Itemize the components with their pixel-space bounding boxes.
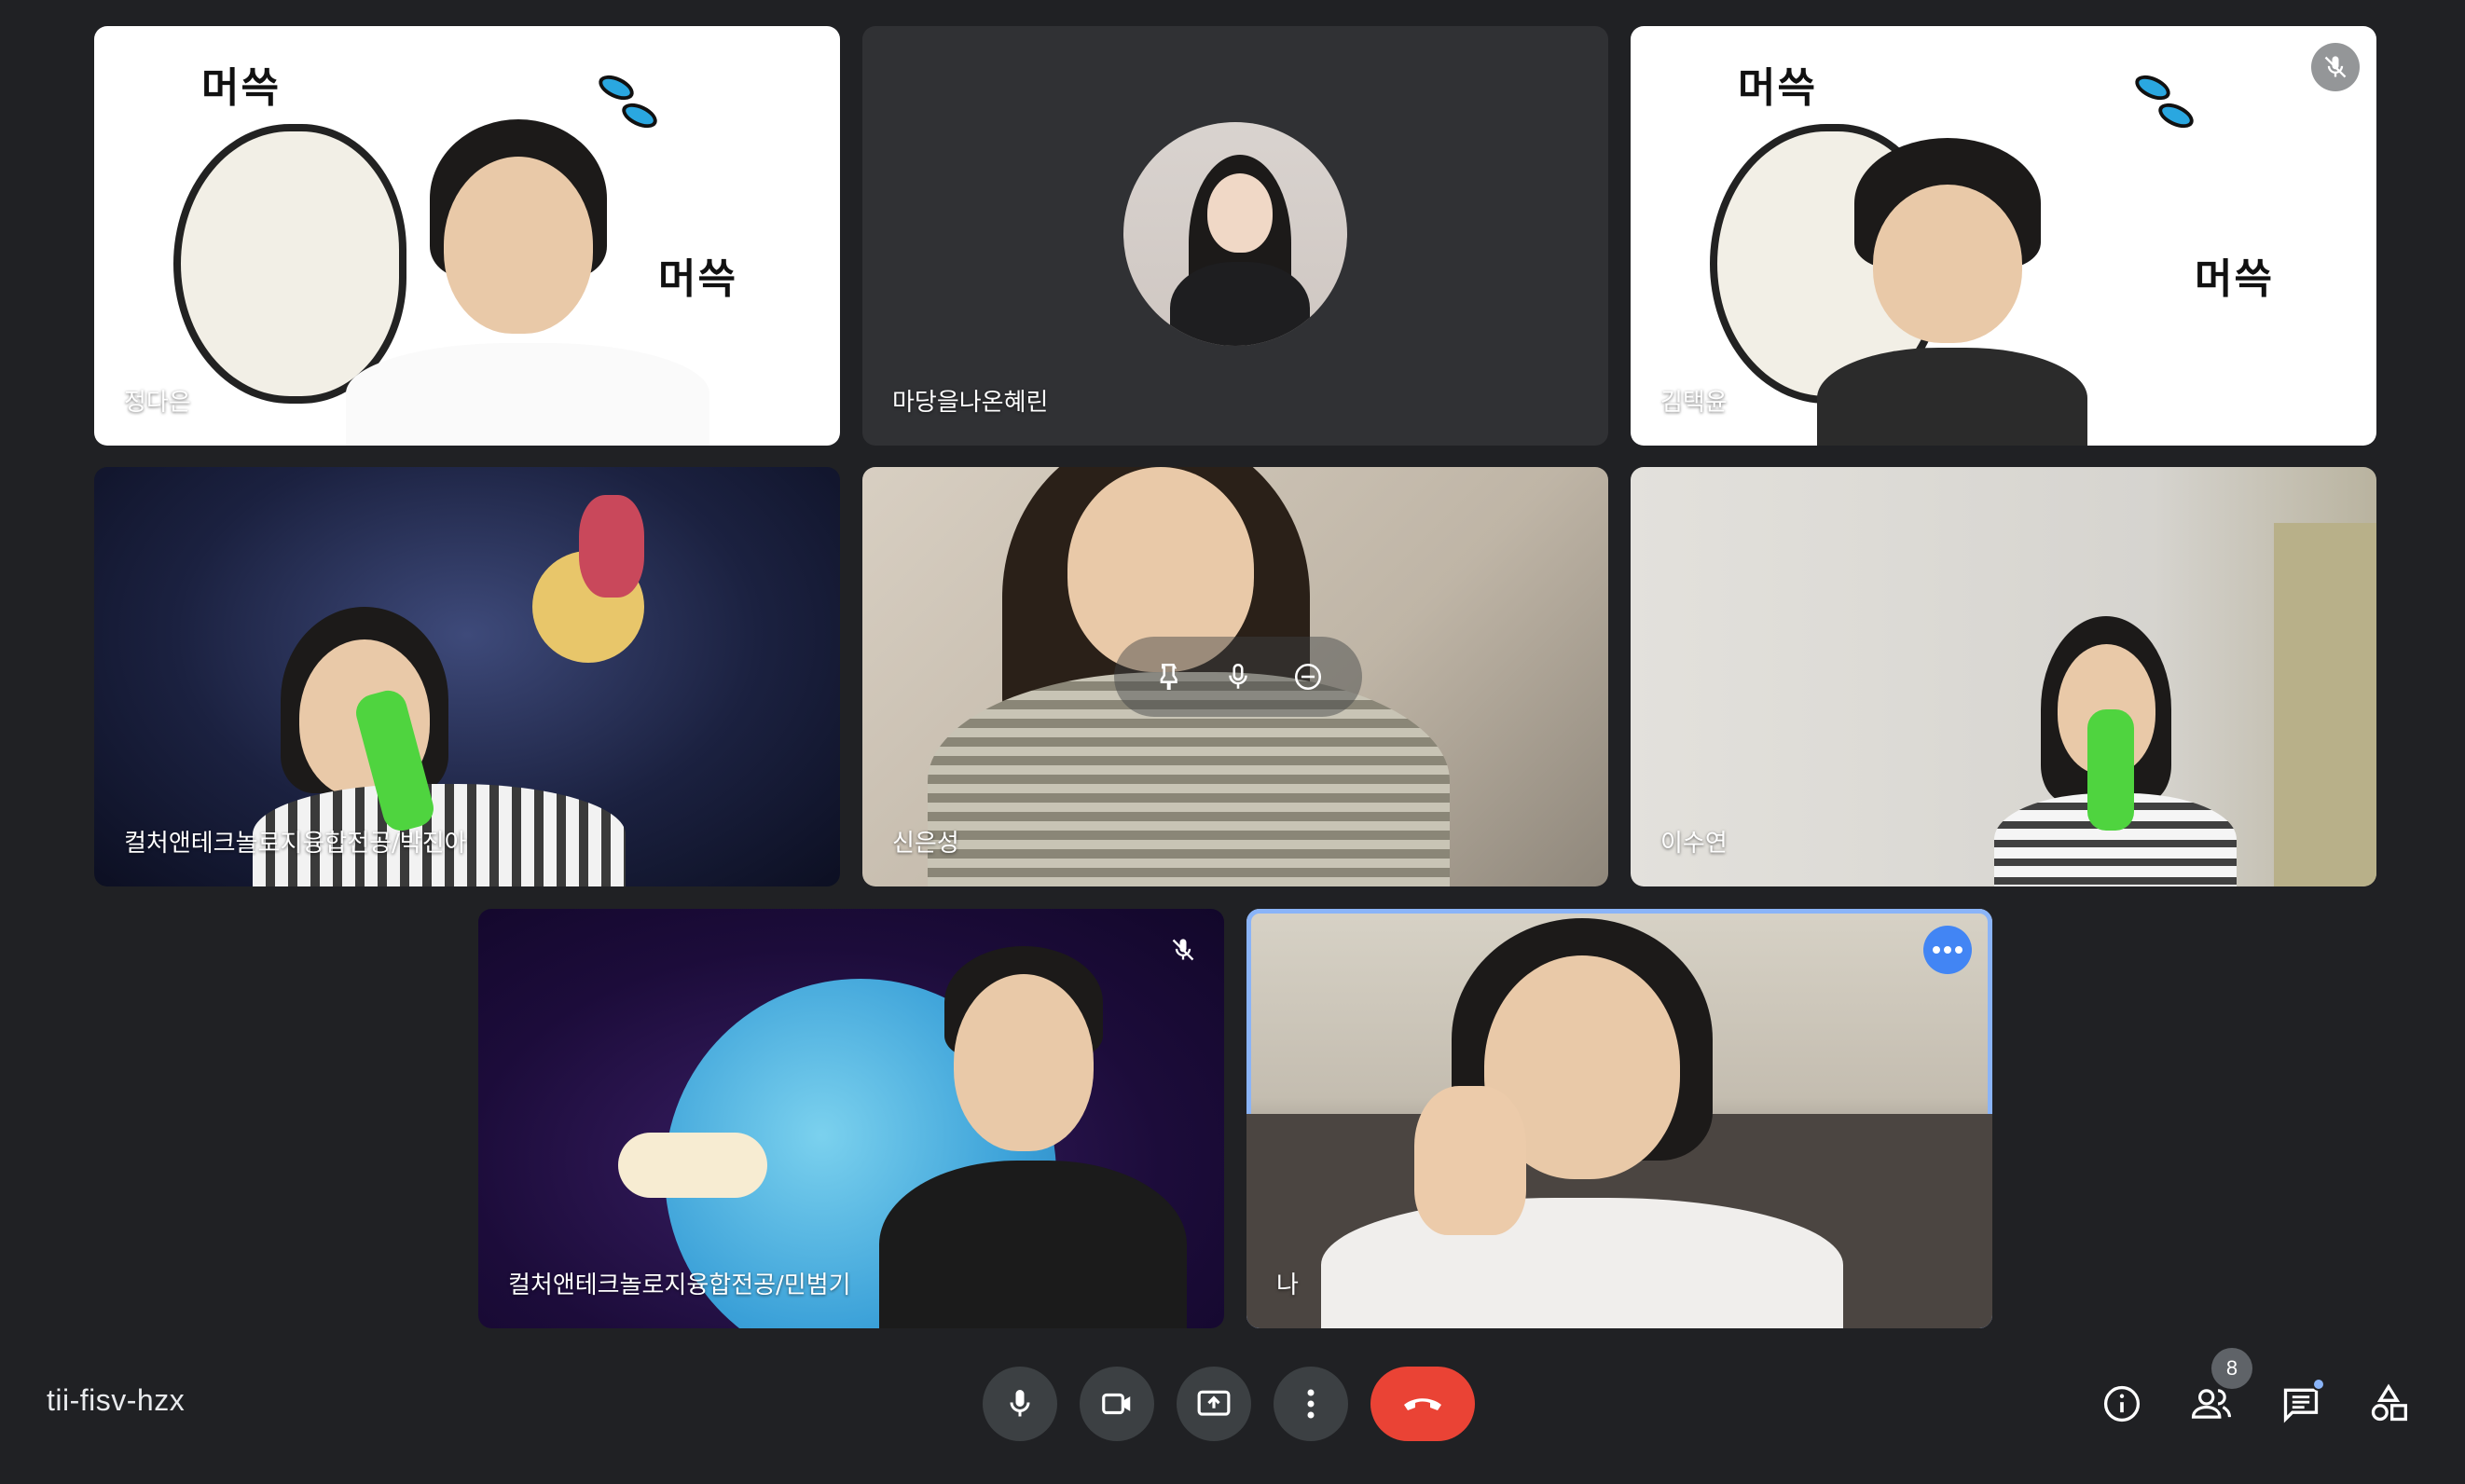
sweat-drop-sticker	[2131, 70, 2174, 105]
sticker-text: 머쓱	[2195, 255, 2274, 303]
sweat-drop-sticker	[618, 98, 661, 133]
chat-notification-dot	[2312, 1378, 2325, 1391]
cloud-sticker	[618, 1133, 767, 1198]
participant-tile[interactable]: 신은성	[862, 467, 1608, 886]
participant-tile[interactable]: 컬처앤테크놀로지융합전공/민범기	[478, 909, 1224, 1328]
mute-participant-button[interactable]	[1215, 653, 1261, 700]
participant-name: 나	[1276, 1271, 1299, 1299]
meeting-details-button[interactable]	[2088, 1370, 2155, 1437]
participant-name: 이수연	[1660, 830, 1728, 858]
mic-icon	[1010, 1390, 1030, 1417]
more-options-button[interactable]	[1274, 1367, 1348, 1441]
avatar	[1123, 122, 1347, 346]
participant-name: 정다은	[124, 389, 191, 417]
moon-sticker	[173, 124, 406, 404]
pin-icon	[1160, 663, 1177, 691]
self-view-tile[interactable]: 나	[1246, 909, 1992, 1328]
participant-tile[interactable]: 머쓱 머쓱 정다은	[94, 26, 840, 446]
more-options-button[interactable]	[1923, 926, 1972, 974]
sweat-drop-sticker	[2155, 98, 2197, 133]
toggle-camera-button[interactable]	[1080, 1367, 1154, 1441]
activities-button[interactable]	[2355, 1370, 2422, 1437]
videocam-icon	[1102, 1393, 1131, 1415]
mic-off-icon	[2324, 56, 2347, 78]
sticker-text: 머쓱	[1738, 64, 1817, 112]
participant-tile[interactable]: 컬처앤테크놀로지융합전공/박진아	[94, 467, 840, 886]
participant-name: 컬처앤테크놀로지융합전공/박진아	[124, 830, 467, 858]
present-now-button[interactable]	[1177, 1367, 1251, 1441]
activities-icon	[2371, 1383, 2407, 1422]
remove-circle-icon	[1295, 663, 1322, 691]
info-icon	[2103, 1385, 2141, 1422]
pin-button[interactable]	[1145, 653, 1191, 700]
participant-name: 컬처앤테크놀로지융합전공/민범기	[508, 1271, 851, 1299]
mic-icon	[1229, 663, 1247, 689]
participant-tile[interactable]: 마당을나온혜린	[862, 26, 1608, 446]
sweat-drop-sticker	[595, 70, 638, 105]
door-background	[2274, 523, 2376, 886]
mic-off-badge	[1159, 926, 1207, 974]
participant-name: 마당을나온혜린	[892, 389, 1049, 417]
remove-participant-button[interactable]	[1285, 653, 1331, 700]
mic-off-icon	[1172, 939, 1194, 961]
toggle-mic-button[interactable]	[983, 1367, 1057, 1441]
participant-tile[interactable]: 머쓱 머쓱 김택윤	[1631, 26, 2376, 446]
more-horiz-icon	[1933, 946, 1962, 954]
participant-name: 신은성	[892, 830, 959, 858]
beetle-sticker	[579, 495, 644, 598]
participant-count-badge: 8	[2211, 1348, 2252, 1389]
sticker-text: 머쓱	[658, 255, 737, 303]
call-end-icon	[1404, 1398, 1441, 1410]
meeting-code: tii-fisv-hzx	[47, 1383, 186, 1417]
leave-call-button[interactable]	[1370, 1367, 1475, 1441]
present-screen-icon	[1197, 1390, 1231, 1416]
tile-hover-controls	[1114, 637, 1362, 717]
participant-tile[interactable]: 이수연	[1631, 467, 2376, 886]
more-vert-icon	[1307, 1389, 1315, 1419]
meet-window: 머쓱 머쓱 정다은 마당을나온혜린 머쓱 머쓱 김택윤 컬처앤테크놀로지융합전공…	[0, 0, 2465, 1484]
mic-off-badge	[2311, 43, 2360, 91]
people-icon	[2191, 1389, 2232, 1419]
participant-name: 김택윤	[1660, 389, 1728, 417]
sticker-text: 머쓱	[201, 64, 281, 112]
